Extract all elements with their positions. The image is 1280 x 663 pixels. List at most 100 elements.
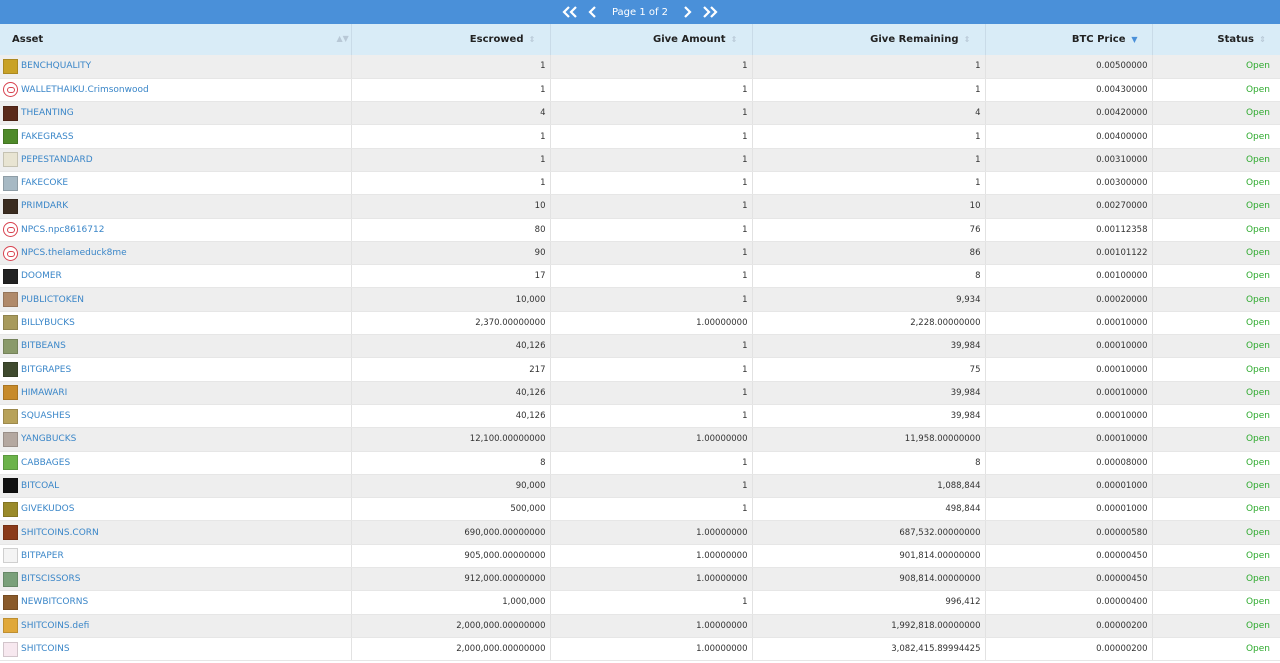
- asset-link[interactable]: BENCHQUALITY: [21, 61, 91, 71]
- asset-link[interactable]: BITPAPER: [21, 551, 64, 561]
- asset-link[interactable]: PUBLICTOKEN: [21, 295, 84, 305]
- cell-give-amount: 1: [550, 78, 753, 103]
- asset-link[interactable]: NPCS.npc8616712: [21, 225, 104, 235]
- cell-asset: THEANTING: [0, 101, 352, 126]
- table-row[interactable]: BITSCISSORS 912,000.00000000 1.00000000 908…: [0, 567, 1280, 592]
- cell-asset: BITCOAL: [0, 474, 352, 499]
- table-row[interactable]: YANGBUCKS 12,100.00000000 1.00000000 11,958…: [0, 427, 1280, 452]
- cell-give-amount: 1.00000000: [550, 311, 753, 336]
- asset-icon: [3, 58, 18, 74]
- asset-link[interactable]: DOOMER: [21, 271, 62, 281]
- cell-give-amount: 1: [550, 55, 753, 79]
- table-row[interactable]: DOOMER 17 1 8 0.00100000 Open: [0, 264, 1280, 289]
- table-row[interactable]: NEWBITCORNS 1,000,000 1 996,412 0.00000400 Op…: [0, 590, 1280, 615]
- status-badge: Open: [1152, 381, 1280, 405]
- table-row[interactable]: WALLETHAIKU.Crimsonwood 1 1 1 0.00430000 Open: [0, 78, 1280, 103]
- table-row[interactable]: PRIMDARK 10 1 10 0.00270000 Open: [0, 194, 1280, 219]
- cell-give-remaining: 4: [752, 101, 986, 126]
- sort-icon: ⇕: [730, 34, 738, 44]
- asset-link[interactable]: WALLETHAIKU.Crimsonwood: [21, 85, 149, 95]
- asset-link[interactable]: FAKEGRASS: [21, 132, 74, 142]
- cell-btc-price: 0.00000200: [985, 637, 1153, 662]
- asset-link[interactable]: PRIMDARK: [21, 201, 68, 211]
- table-row[interactable]: BENCHQUALITY 1 1 1 0.00500000 Open: [0, 55, 1280, 79]
- table-row[interactable]: PUBLICTOKEN 10,000 1 9,934 0.00020000 Open: [0, 287, 1280, 312]
- asset-link[interactable]: YANGBUCKS: [21, 434, 76, 444]
- asset-link[interactable]: BITBEANS: [21, 341, 66, 351]
- last-page-icon[interactable]: [702, 6, 718, 18]
- previous-page-icon[interactable]: [588, 6, 598, 18]
- next-page-icon[interactable]: [682, 6, 692, 18]
- column-header-btc-price[interactable]: BTC Price ▼: [985, 24, 1153, 55]
- table-row[interactable]: SHITCOINS 2,000,000.00000000 1.00000000 3,0…: [0, 637, 1280, 662]
- status-badge: Open: [1152, 427, 1280, 452]
- cell-give-remaining: 901,814.00000000: [752, 544, 986, 569]
- asset-link[interactable]: NEWBITCORNS: [21, 597, 88, 607]
- asset-icon: [3, 198, 18, 214]
- table-row[interactable]: FAKECOKE 1 1 1 0.00300000 Open: [0, 171, 1280, 196]
- asset-link[interactable]: SHITCOINS.defi: [21, 621, 89, 631]
- asset-link[interactable]: SHITCOINS.CORN: [21, 528, 99, 538]
- asset-link[interactable]: BITCOAL: [21, 481, 59, 491]
- table-row[interactable]: BILLYBUCKS 2,370.00000000 1.00000000 2,228.…: [0, 311, 1280, 336]
- cell-asset: BITSCISSORS: [0, 567, 352, 592]
- cell-give-remaining: 9,934: [752, 287, 986, 312]
- cell-escrowed: 40,126: [351, 404, 551, 429]
- table-row[interactable]: SQUASHES 40,126 1 39,984 0.00010000 Open: [0, 404, 1280, 429]
- cell-escrowed: 217: [351, 357, 551, 382]
- cell-escrowed: 10: [351, 194, 551, 219]
- column-header-asset[interactable]: Asset ▲▼: [0, 24, 352, 55]
- status-badge: Open: [1152, 357, 1280, 382]
- asset-link[interactable]: BITGRAPES: [21, 365, 71, 375]
- asset-link[interactable]: CABBAGES: [21, 458, 70, 468]
- table-row[interactable]: SHITCOINS.CORN 690,000.00000000 1.00000000…: [0, 520, 1280, 545]
- asset-link[interactable]: NPCS.thelameduck8me: [21, 248, 127, 258]
- cell-escrowed: 2,000,000.00000000: [351, 614, 551, 638]
- asset-icon: [3, 105, 18, 121]
- table-row[interactable]: BITGRAPES 217 1 75 0.00010000 Open: [0, 357, 1280, 382]
- asset-link[interactable]: FAKECOKE: [21, 178, 68, 188]
- cell-btc-price: 0.00000200: [985, 614, 1153, 638]
- table-row[interactable]: THEANTING 4 1 4 0.00420000 Open: [0, 101, 1280, 126]
- asset-link[interactable]: GIVEKUDOS: [21, 504, 74, 514]
- table-row[interactable]: FAKEGRASS 1 1 1 0.00400000 Open: [0, 124, 1280, 149]
- table-row[interactable]: NPCS.npc8616712 80 1 76 0.00112358 Open: [0, 218, 1280, 242]
- table-row[interactable]: BITBEANS 40,126 1 39,984 0.00010000 Open: [0, 334, 1280, 359]
- table-row[interactable]: NPCS.thelameduck8me 90 1 86 0.00101122 Open: [0, 241, 1280, 266]
- cell-asset: BITBEANS: [0, 334, 352, 359]
- table-header-row: Asset ▲▼ Escrowed ⇕ Give Amount ⇕ Give Rem…: [0, 24, 1280, 55]
- cell-give-remaining: 10: [752, 194, 986, 219]
- column-header-give-amount[interactable]: Give Amount ⇕: [550, 24, 753, 55]
- asset-link[interactable]: SHITCOINS: [21, 644, 70, 654]
- column-header-status[interactable]: Status ⇕: [1152, 24, 1280, 55]
- table-row[interactable]: SHITCOINS.defi 2,000,000.00000000 1.000000…: [0, 614, 1280, 638]
- asset-link[interactable]: HIMAWARI: [21, 388, 67, 398]
- table-row[interactable]: BITCOAL 90,000 1 1,088,844 0.00001000 Open: [0, 474, 1280, 499]
- cell-escrowed: 1: [351, 148, 551, 172]
- cell-give-remaining: 3,082,415.89994425: [752, 637, 986, 662]
- table-row[interactable]: PEPESTANDARD 1 1 1 0.00310000 Open: [0, 148, 1280, 172]
- cell-asset: FAKECOKE: [0, 171, 352, 196]
- cell-give-amount: 1: [550, 287, 753, 312]
- cell-escrowed: 90,000: [351, 474, 551, 499]
- sort-icon: ⇕: [528, 34, 536, 44]
- cell-asset: SQUASHES: [0, 404, 352, 429]
- table-row[interactable]: GIVEKUDOS 500,000 1 498,844 0.00001000 Open: [0, 497, 1280, 522]
- cell-asset: SHITCOINS.defi: [0, 614, 352, 638]
- table-row[interactable]: CABBAGES 8 1 8 0.00008000 Open: [0, 451, 1280, 475]
- column-header-give-remaining[interactable]: Give Remaining ⇕: [752, 24, 986, 55]
- status-badge: Open: [1152, 614, 1280, 638]
- table-row[interactable]: BITPAPER 905,000.00000000 1.00000000 901,81…: [0, 544, 1280, 569]
- column-header-escrowed[interactable]: Escrowed ⇕: [351, 24, 551, 55]
- table-row[interactable]: HIMAWARI 40,126 1 39,984 0.00010000 Open: [0, 381, 1280, 405]
- cell-give-remaining: 1: [752, 78, 986, 103]
- first-page-icon[interactable]: [562, 6, 578, 18]
- cell-give-remaining: 1,088,844: [752, 474, 986, 499]
- cell-btc-price: 0.00020000: [985, 287, 1153, 312]
- cell-asset: NPCS.thelameduck8me: [0, 241, 352, 266]
- asset-link[interactable]: SQUASHES: [21, 411, 70, 421]
- asset-link[interactable]: BITSCISSORS: [21, 574, 80, 584]
- asset-link[interactable]: THEANTING: [21, 108, 74, 118]
- asset-link[interactable]: BILLYBUCKS: [21, 318, 75, 328]
- asset-link[interactable]: PEPESTANDARD: [21, 155, 93, 165]
